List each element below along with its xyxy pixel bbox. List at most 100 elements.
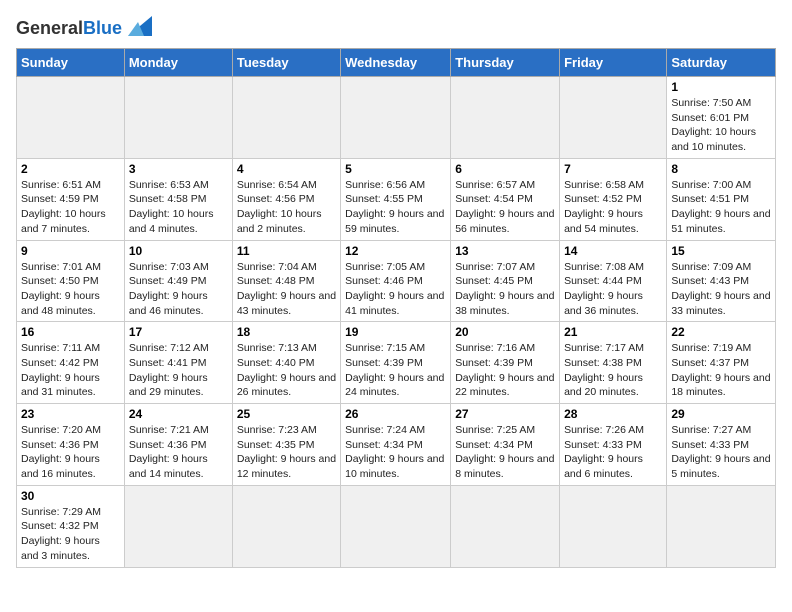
day-number: 26 [345, 407, 446, 421]
day-info: Sunrise: 6:54 AM Sunset: 4:56 PM Dayligh… [237, 178, 336, 237]
day-number: 18 [237, 325, 336, 339]
day-number: 15 [671, 244, 771, 258]
day-number: 24 [129, 407, 228, 421]
calendar-cell: 30 Sunrise: 7:29 AM Sunset: 4:32 PM Dayli… [17, 485, 125, 567]
day-info: Sunrise: 7:25 AM Sunset: 4:34 PM Dayligh… [455, 423, 555, 482]
day-info: Sunrise: 6:53 AM Sunset: 4:58 PM Dayligh… [129, 178, 228, 237]
day-info: Sunrise: 7:08 AM Sunset: 4:44 PM Dayligh… [564, 260, 662, 319]
week-row: 16 Sunrise: 7:11 AM Sunset: 4:42 PM Dayli… [17, 322, 776, 404]
day-info: Sunrise: 6:58 AM Sunset: 4:52 PM Dayligh… [564, 178, 662, 237]
day-number: 8 [671, 162, 771, 176]
day-header-tuesday: Tuesday [232, 49, 340, 77]
day-number: 28 [564, 407, 662, 421]
calendar-cell: 23Sunrise: 7:20 AM Sunset: 4:36 PM Dayli… [17, 404, 125, 486]
calendar-cell: 22 Sunrise: 7:19 AM Sunset: 4:37 PM Dayli… [667, 322, 776, 404]
day-number: 13 [455, 244, 555, 258]
calendar-cell: 19Sunrise: 7:15 AM Sunset: 4:39 PM Dayli… [341, 322, 451, 404]
day-number: 10 [129, 244, 228, 258]
day-number: 3 [129, 162, 228, 176]
day-info: Sunrise: 7:07 AM Sunset: 4:45 PM Dayligh… [455, 260, 555, 319]
day-header-thursday: Thursday [451, 49, 560, 77]
calendar-cell: 13 Sunrise: 7:07 AM Sunset: 4:45 PM Dayli… [451, 240, 560, 322]
day-info: Sunrise: 7:04 AM Sunset: 4:48 PM Dayligh… [237, 260, 336, 319]
calendar-cell: 5 Sunrise: 6:56 AM Sunset: 4:55 PM Daylig… [341, 158, 451, 240]
day-info: Sunrise: 7:01 AM Sunset: 4:50 PM Dayligh… [21, 260, 120, 319]
day-number: 14 [564, 244, 662, 258]
calendar-cell: 16 Sunrise: 7:11 AM Sunset: 4:42 PM Dayli… [17, 322, 125, 404]
calendar-cell: 26 Sunrise: 7:24 AM Sunset: 4:34 PM Dayli… [341, 404, 451, 486]
day-number: 1 [671, 80, 771, 94]
day-info: Sunrise: 7:20 AM Sunset: 4:36 PM Dayligh… [21, 423, 120, 482]
day-info: Sunrise: 7:00 AM Sunset: 4:51 PM Dayligh… [671, 178, 771, 237]
day-header-sunday: Sunday [17, 49, 125, 77]
calendar-cell [667, 485, 776, 567]
calendar-cell: 24 Sunrise: 7:21 AM Sunset: 4:36 PM Dayli… [124, 404, 232, 486]
day-info: Sunrise: 7:50 AM Sunset: 6:01 PM Dayligh… [671, 96, 771, 155]
day-info: Sunrise: 7:12 AM Sunset: 4:41 PM Dayligh… [129, 341, 228, 400]
calendar-cell: 14 Sunrise: 7:08 AM Sunset: 4:44 PM Dayli… [560, 240, 667, 322]
calendar-cell: 25 Sunrise: 7:23 AM Sunset: 4:35 PM Dayli… [232, 404, 340, 486]
day-number: 25 [237, 407, 336, 421]
day-info: Sunrise: 7:03 AM Sunset: 4:49 PM Dayligh… [129, 260, 228, 319]
calendar-cell: 15 Sunrise: 7:09 AM Sunset: 4:43 PM Dayli… [667, 240, 776, 322]
day-header-friday: Friday [560, 49, 667, 77]
calendar-cell: 11Sunrise: 7:04 AM Sunset: 4:48 PM Dayli… [232, 240, 340, 322]
calendar-cell: 10 Sunrise: 7:03 AM Sunset: 4:49 PM Dayli… [124, 240, 232, 322]
day-number: 30 [21, 489, 120, 503]
day-info: Sunrise: 7:13 AM Sunset: 4:40 PM Dayligh… [237, 341, 336, 400]
calendar-cell: 29 Sunrise: 7:27 AM Sunset: 4:33 PM Dayli… [667, 404, 776, 486]
day-info: Sunrise: 6:57 AM Sunset: 4:54 PM Dayligh… [455, 178, 555, 237]
day-number: 21 [564, 325, 662, 339]
day-header-wednesday: Wednesday [341, 49, 451, 77]
calendar-table: SundayMondayTuesdayWednesdayThursdayFrid… [16, 48, 776, 568]
day-info: Sunrise: 7:19 AM Sunset: 4:37 PM Dayligh… [671, 341, 771, 400]
day-info: Sunrise: 6:56 AM Sunset: 4:55 PM Dayligh… [345, 178, 446, 237]
day-info: Sunrise: 7:24 AM Sunset: 4:34 PM Dayligh… [345, 423, 446, 482]
calendar-cell [17, 77, 125, 159]
day-info: Sunrise: 7:21 AM Sunset: 4:36 PM Dayligh… [129, 423, 228, 482]
calendar-cell: 4 Sunrise: 6:54 AM Sunset: 4:56 PM Daylig… [232, 158, 340, 240]
day-info: Sunrise: 7:29 AM Sunset: 4:32 PM Dayligh… [21, 505, 120, 564]
calendar-cell: 21 Sunrise: 7:17 AM Sunset: 4:38 PM Dayli… [560, 322, 667, 404]
day-info: Sunrise: 7:23 AM Sunset: 4:35 PM Dayligh… [237, 423, 336, 482]
header-row: SundayMondayTuesdayWednesdayThursdayFrid… [17, 49, 776, 77]
day-number: 22 [671, 325, 771, 339]
day-info: Sunrise: 7:16 AM Sunset: 4:39 PM Dayligh… [455, 341, 555, 400]
day-number: 6 [455, 162, 555, 176]
calendar-cell [560, 485, 667, 567]
day-number: 2 [21, 162, 120, 176]
calendar-cell [341, 485, 451, 567]
day-number: 5 [345, 162, 446, 176]
day-number: 7 [564, 162, 662, 176]
day-info: Sunrise: 6:51 AM Sunset: 4:59 PM Dayligh… [21, 178, 120, 237]
day-number: 12 [345, 244, 446, 258]
calendar-cell: 18 Sunrise: 7:13 AM Sunset: 4:40 PM Dayli… [232, 322, 340, 404]
day-info: Sunrise: 7:09 AM Sunset: 4:43 PM Dayligh… [671, 260, 771, 319]
day-info: Sunrise: 7:17 AM Sunset: 4:38 PM Dayligh… [564, 341, 662, 400]
day-info: Sunrise: 7:27 AM Sunset: 4:33 PM Dayligh… [671, 423, 771, 482]
day-header-saturday: Saturday [667, 49, 776, 77]
day-number: 19 [345, 325, 446, 339]
week-row: 1 Sunrise: 7:50 AM Sunset: 6:01 PM Daylig… [17, 77, 776, 159]
calendar-cell [124, 485, 232, 567]
calendar-cell [560, 77, 667, 159]
calendar-cell: 17 Sunrise: 7:12 AM Sunset: 4:41 PM Dayli… [124, 322, 232, 404]
calendar-cell: 9Sunrise: 7:01 AM Sunset: 4:50 PM Daylig… [17, 240, 125, 322]
calendar-cell: 1 Sunrise: 7:50 AM Sunset: 6:01 PM Daylig… [667, 77, 776, 159]
calendar-cell [124, 77, 232, 159]
calendar-cell [232, 485, 340, 567]
day-number: 29 [671, 407, 771, 421]
calendar-cell: 12Sunrise: 7:05 AM Sunset: 4:46 PM Dayli… [341, 240, 451, 322]
calendar-cell [232, 77, 340, 159]
day-info: Sunrise: 7:11 AM Sunset: 4:42 PM Dayligh… [21, 341, 120, 400]
calendar-cell: 20 Sunrise: 7:16 AM Sunset: 4:39 PM Dayli… [451, 322, 560, 404]
calendar-cell: 6 Sunrise: 6:57 AM Sunset: 4:54 PM Daylig… [451, 158, 560, 240]
calendar-cell [451, 77, 560, 159]
day-number: 4 [237, 162, 336, 176]
day-number: 20 [455, 325, 555, 339]
day-number: 17 [129, 325, 228, 339]
logo: GeneralBlue [16, 16, 152, 40]
day-number: 16 [21, 325, 120, 339]
calendar-cell: 3 Sunrise: 6:53 AM Sunset: 4:58 PM Daylig… [124, 158, 232, 240]
calendar-cell: 2 Sunrise: 6:51 AM Sunset: 4:59 PM Daylig… [17, 158, 125, 240]
